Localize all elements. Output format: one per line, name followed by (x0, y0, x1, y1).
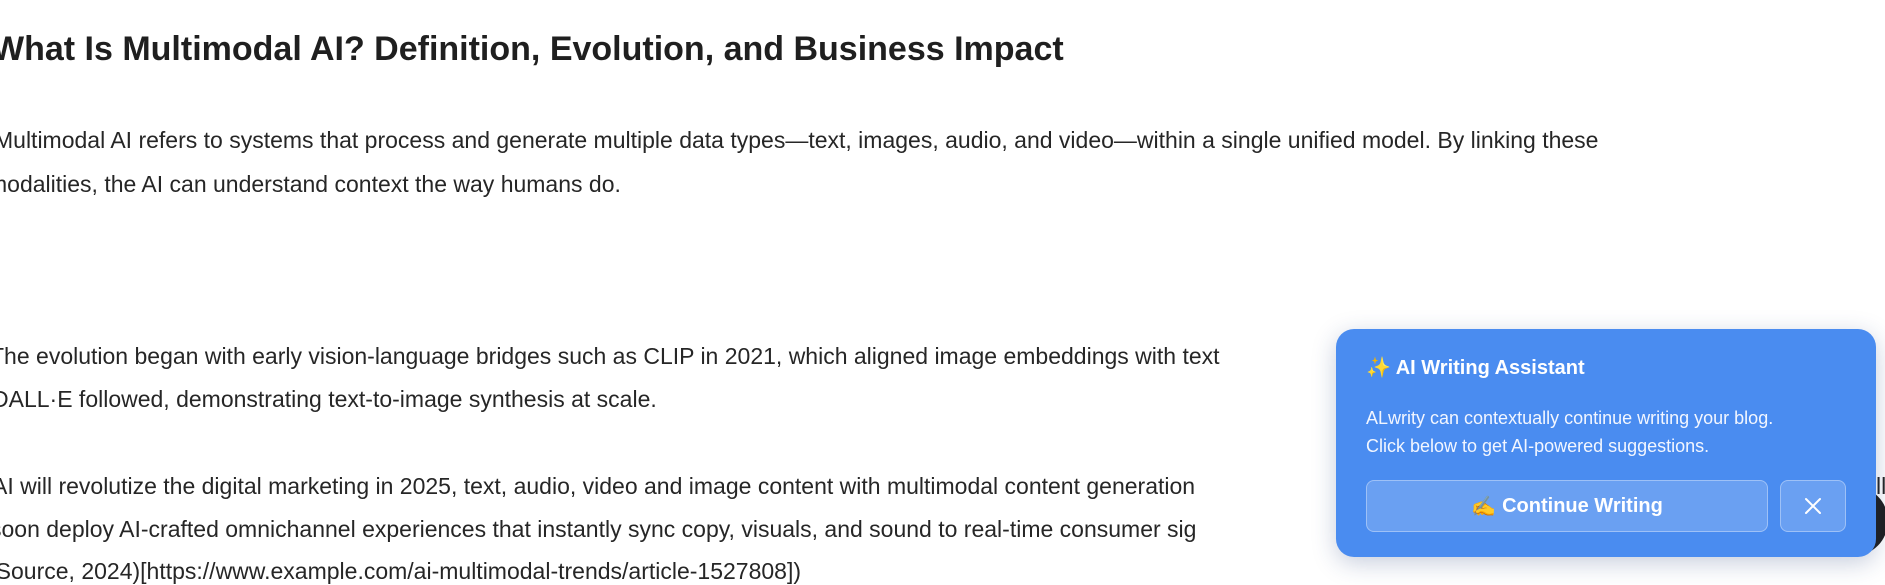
paragraph-1-line-2: modalities, the AI can understand contex… (0, 171, 621, 197)
close-assistant-button[interactable] (1780, 480, 1846, 532)
assistant-title: ✨ AI Writing Assistant (1366, 355, 1585, 380)
assistant-title-text: AI Writing Assistant (1395, 357, 1585, 379)
x-icon (1805, 498, 1821, 514)
assistant-description-line-1: ALwrity can contextually continue writin… (1366, 408, 1774, 428)
paragraph-1-line-1: Multimodal AI refers to systems that pro… (0, 127, 1599, 153)
writing-hand-icon: ✍️ (1471, 495, 1497, 518)
paragraph-3-line-3: (Source, 2024)[https://www.example.com/a… (0, 558, 802, 584)
paragraph-3-line-2: soon deploy AI-crafted omnichannel exper… (0, 516, 1197, 542)
paragraph-3-line-1: AI will revolutize the digital marketing… (0, 473, 1196, 499)
continue-writing-label: Continue Writing (1502, 494, 1663, 517)
paragraph-2-line-1: The evolution began with early vision-la… (0, 343, 1220, 369)
assistant-description-line-2: Click below to get AI-powered suggestion… (1366, 436, 1710, 456)
continue-writing-button[interactable]: ✍️ Continue Writing (1366, 480, 1768, 532)
assistant-description: ALwrity can contextually continue writin… (1366, 404, 1846, 460)
ai-writing-assistant-popup: ✨ AI Writing Assistant ALwrity can conte… (1336, 329, 1876, 557)
paragraph-2-line-2: DALL·E followed, demonstrating text-to-i… (0, 386, 657, 412)
article-title: What Is Multimodal AI? Definition, Evolu… (0, 30, 1064, 68)
sparkles-icon: ✨ (1366, 357, 1391, 379)
